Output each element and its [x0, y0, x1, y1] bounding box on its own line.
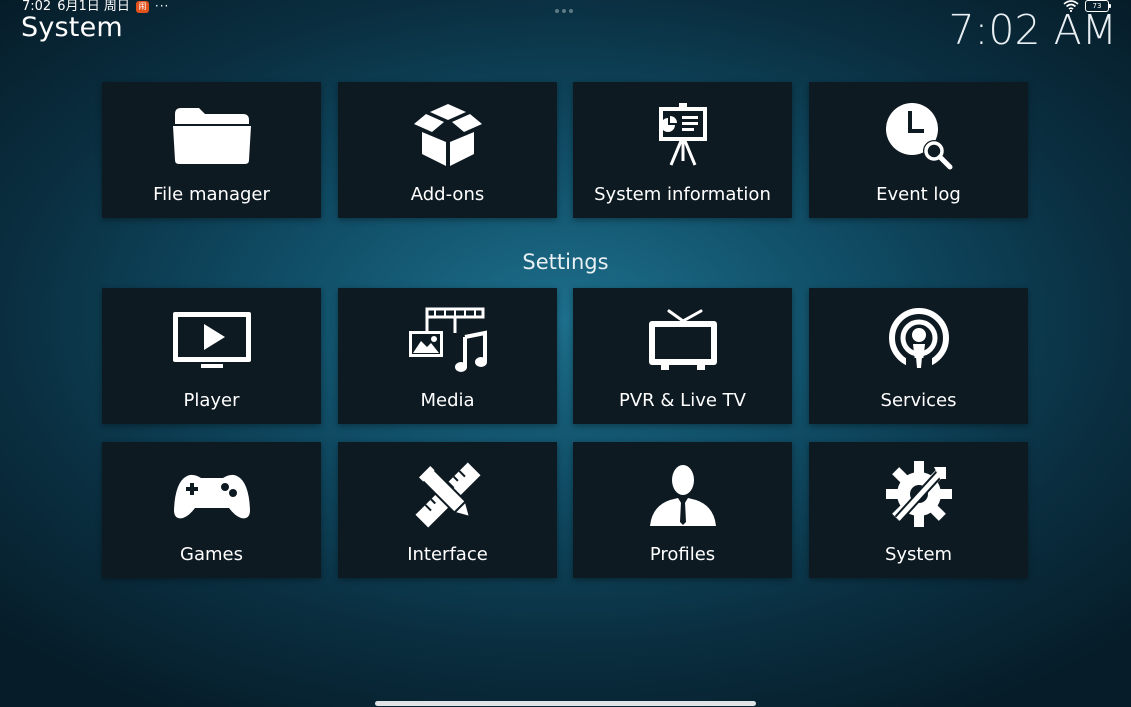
- tile-label: Event log: [876, 184, 961, 205]
- app-notification-icon: 闹: [135, 0, 149, 13]
- tile-label: File manager: [153, 184, 270, 205]
- tile-label: System information: [594, 184, 771, 205]
- tile-label: Media: [420, 390, 475, 411]
- tile-games[interactable]: Games: [102, 442, 321, 578]
- tile-media[interactable]: Media: [338, 288, 557, 424]
- tile-file-manager[interactable]: File manager: [102, 82, 321, 218]
- tile-event-log[interactable]: Event log: [809, 82, 1028, 218]
- tile-system-information[interactable]: System information: [573, 82, 792, 218]
- tile-label: Services: [880, 390, 957, 411]
- monitor-play-icon: [102, 288, 321, 388]
- pencil-ruler-icon: [338, 442, 557, 542]
- page-title: System: [21, 12, 123, 43]
- tile-label: Interface: [407, 544, 488, 565]
- gear-wrench-icon: [809, 442, 1028, 542]
- tile-label: PVR & Live TV: [619, 390, 746, 411]
- tile-add-ons[interactable]: Add-ons: [338, 82, 557, 218]
- tile-label: Games: [180, 544, 243, 565]
- clock: 7:02 AM: [948, 6, 1117, 54]
- clock-search-icon: [809, 82, 1028, 182]
- tile-pvr-live-tv[interactable]: PVR & Live TV: [573, 288, 792, 424]
- tile-system[interactable]: System: [809, 442, 1028, 578]
- tile-label: Profiles: [649, 544, 716, 565]
- tv-antenna-icon: [573, 288, 792, 388]
- open-box-icon: [338, 82, 557, 182]
- media-image-music-icon: [338, 288, 557, 388]
- user-silhouette-icon: [573, 442, 792, 542]
- settings-section-title: Settings: [522, 250, 609, 274]
- home-indicator[interactable]: [375, 701, 756, 706]
- tile-player[interactable]: Player: [102, 288, 321, 424]
- podcast-broadcast-icon: [809, 288, 1028, 388]
- tile-label: Player: [183, 390, 240, 411]
- tile-label: System: [884, 544, 953, 565]
- tile-services[interactable]: Services: [809, 288, 1028, 424]
- folder-icon: [102, 82, 321, 182]
- gamepad-icon: [102, 442, 321, 542]
- multitask-dots-icon[interactable]: [555, 9, 573, 13]
- more-icon: ···: [154, 0, 170, 13]
- tile-profiles[interactable]: Profiles: [573, 442, 792, 578]
- tile-interface[interactable]: Interface: [338, 442, 557, 578]
- presentation-easel-icon: [573, 82, 792, 182]
- tile-label: Add-ons: [410, 184, 485, 205]
